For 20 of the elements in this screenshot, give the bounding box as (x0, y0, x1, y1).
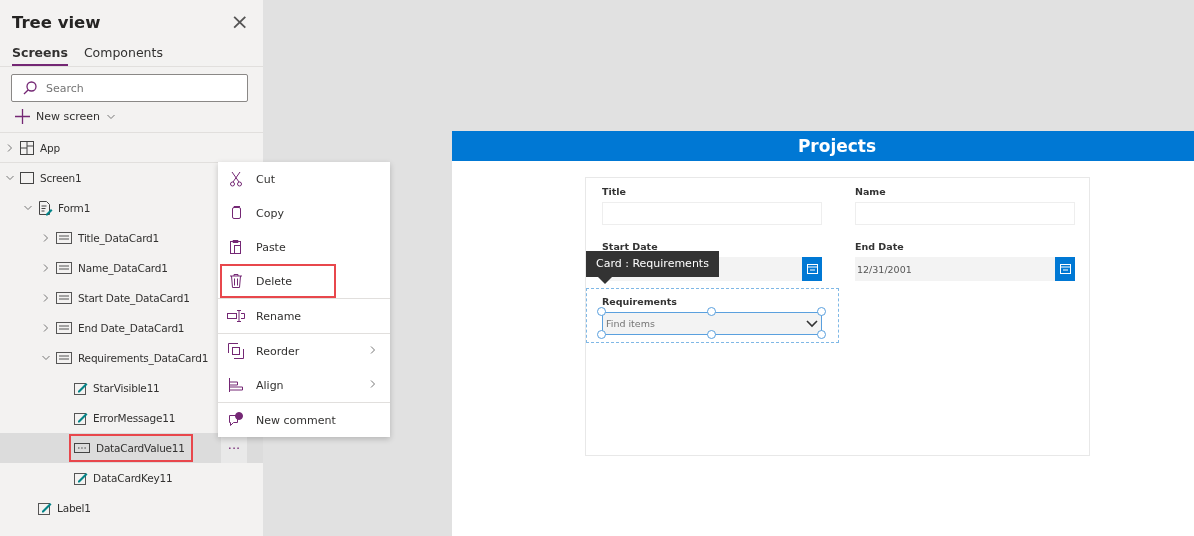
tree-item-label: Screen1 (40, 172, 82, 184)
tree-item-label: App (40, 141, 60, 154)
tree-item-label: Form1 (58, 202, 91, 214)
screen-header: Projects (452, 131, 1194, 161)
tree-item-label: Label1 (57, 502, 91, 514)
field-label: Requirements (602, 296, 678, 307)
field-label: End Date (855, 241, 905, 252)
field-label: Name (855, 186, 887, 197)
tree-item-label: Start Date_DataCard1 (78, 292, 190, 304)
tree-item-label: End Date_DataCard1 (78, 322, 185, 334)
panel-title: Tree view (12, 12, 101, 32)
tree-item-label: DataCardValue11 (96, 442, 185, 454)
tree-item-label: Title_DataCard1 (78, 232, 160, 244)
field-label: Start Date (602, 241, 659, 252)
tree-item-label: ErrorMessage11 (93, 412, 176, 424)
tree-item-label: DataCardKey11 (93, 472, 173, 484)
tree-item-label: StarVisible11 (93, 382, 160, 394)
tree-item-label: Name_DataCard1 (78, 262, 168, 274)
tree-item-label: Requirements_DataCard1 (78, 352, 209, 364)
field-label: Title (602, 186, 627, 197)
